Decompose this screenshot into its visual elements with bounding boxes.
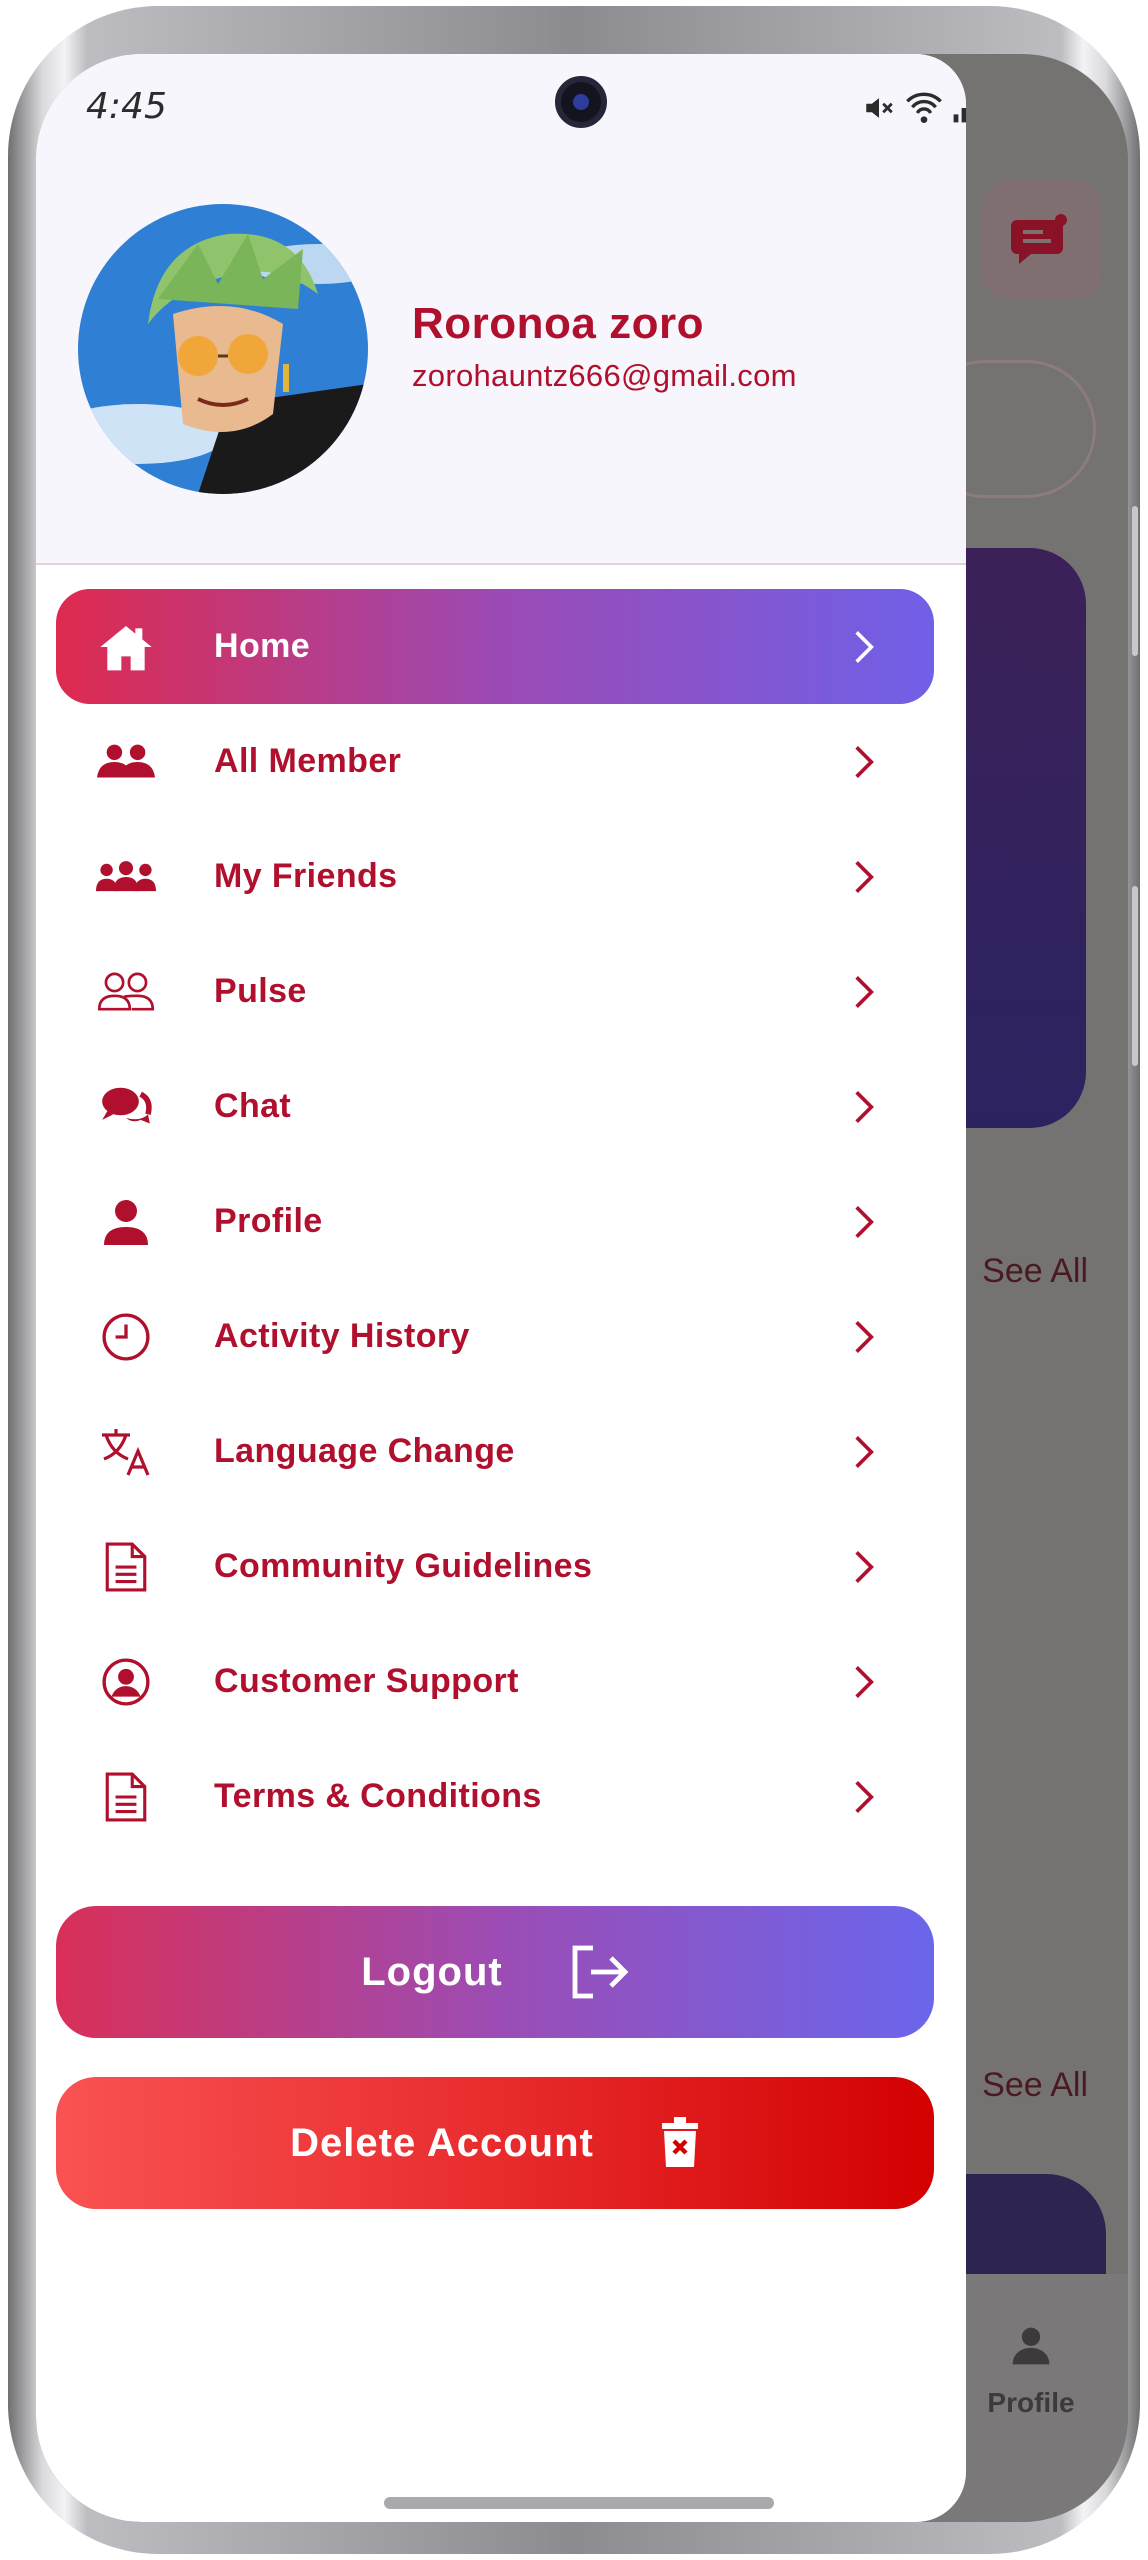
person-icon bbox=[86, 1199, 166, 1245]
front-camera bbox=[555, 76, 607, 128]
chevron-right-icon bbox=[844, 1778, 884, 1816]
chevron-right-icon bbox=[844, 1088, 884, 1126]
menu-item-label: Chat bbox=[214, 1087, 292, 1125]
power-button bbox=[1132, 886, 1138, 1066]
menu-item-label: Customer Support bbox=[214, 1662, 519, 1700]
bg-chat-button[interactable] bbox=[981, 180, 1101, 300]
friends-icon bbox=[86, 859, 166, 895]
chevron-right-icon bbox=[844, 1548, 884, 1586]
delete-account-label: Delete Account bbox=[290, 2120, 594, 2165]
menu-item-activity-history[interactable]: Activity History bbox=[56, 1279, 934, 1394]
menu-item-community-guidelines[interactable]: Community Guidelines bbox=[56, 1509, 934, 1624]
chevron-right-icon bbox=[844, 1318, 884, 1356]
chevron-right-icon bbox=[844, 858, 884, 896]
chevron-right-icon bbox=[844, 743, 884, 781]
user-name: Roronoa zoro bbox=[412, 299, 704, 348]
volume-button bbox=[1132, 506, 1138, 656]
chevron-right-icon bbox=[844, 1433, 884, 1471]
menu-item-label: Language Change bbox=[214, 1432, 515, 1470]
chat-icon bbox=[1011, 214, 1067, 264]
chevron-right-icon bbox=[844, 973, 884, 1011]
see-all-link-1[interactable]: See All bbox=[982, 1252, 1088, 1291]
menu-item-label: Profile bbox=[214, 1202, 323, 1240]
people-outline-icon bbox=[86, 971, 166, 1013]
menu-item-pulse[interactable]: Pulse bbox=[56, 934, 934, 1049]
clock-icon bbox=[86, 1312, 166, 1362]
screen: See All See All Profile 4:45 Roronoa zor… bbox=[36, 54, 1128, 2522]
menu-item-label: My Friends bbox=[214, 857, 398, 895]
logout-button[interactable]: Logout bbox=[56, 1906, 934, 2038]
translate-icon bbox=[86, 1427, 166, 1477]
menu-item-language-change[interactable]: Language Change bbox=[56, 1394, 934, 1509]
logout-icon bbox=[572, 1945, 629, 1999]
menu-item-label: All Member bbox=[214, 742, 402, 780]
menu-item-label: Home bbox=[214, 627, 311, 665]
avatar[interactable] bbox=[78, 204, 368, 494]
drawer-header: 4:45 100 bbox=[36, 54, 966, 565]
chevron-right-icon bbox=[844, 1203, 884, 1241]
home-icon bbox=[86, 621, 166, 673]
navigation-drawer: 4:45 100 bbox=[36, 54, 966, 2522]
menu-item-chat[interactable]: Chat bbox=[56, 1049, 934, 1164]
menu-item-terms-conditions[interactable]: Terms & Conditions bbox=[56, 1739, 934, 1854]
users-icon bbox=[86, 742, 166, 782]
menu-item-label: Activity History bbox=[214, 1317, 470, 1355]
avatar-image bbox=[78, 204, 368, 494]
chevron-right-icon bbox=[844, 628, 884, 666]
status-time: 4:45 bbox=[86, 86, 167, 127]
logout-label: Logout bbox=[361, 1949, 503, 1994]
nav-profile-label: Profile bbox=[987, 2387, 1075, 2418]
mute-icon bbox=[866, 98, 893, 118]
bg-nav-profile-tab[interactable]: Profile bbox=[971, 2324, 1091, 2419]
wifi-icon bbox=[906, 92, 942, 123]
menu-item-label: Pulse bbox=[214, 972, 307, 1010]
status-icons: 100 bbox=[862, 90, 966, 126]
menu-item-profile[interactable]: Profile bbox=[56, 1164, 934, 1279]
home-indicator[interactable] bbox=[384, 2497, 774, 2509]
trash-icon bbox=[661, 2117, 698, 2167]
document-icon bbox=[86, 1542, 166, 1592]
menu-item-customer-support[interactable]: Customer Support bbox=[56, 1624, 934, 1739]
chevron-right-icon bbox=[844, 1663, 884, 1701]
chat-bubbles-icon bbox=[86, 1085, 166, 1129]
menu-item-home[interactable]: Home bbox=[56, 589, 934, 704]
menu-item-label: Community Guidelines bbox=[214, 1547, 593, 1585]
menu-item-all-member[interactable]: All Member bbox=[56, 704, 934, 819]
delete-account-button[interactable]: Delete Account bbox=[56, 2077, 934, 2209]
signal-icon bbox=[953, 108, 966, 123]
menu-item-label: Terms & Conditions bbox=[214, 1777, 542, 1815]
phone-frame: See All See All Profile 4:45 Roronoa zor… bbox=[8, 6, 1140, 2554]
menu-item-my-friends[interactable]: My Friends bbox=[56, 819, 934, 934]
see-all-link-2[interactable]: See All bbox=[982, 2066, 1088, 2105]
document-icon bbox=[86, 1772, 166, 1822]
person-icon bbox=[1012, 2327, 1050, 2365]
user-email: zorohauntz666@gmail.com bbox=[412, 358, 797, 393]
account-circle-icon bbox=[86, 1657, 166, 1707]
